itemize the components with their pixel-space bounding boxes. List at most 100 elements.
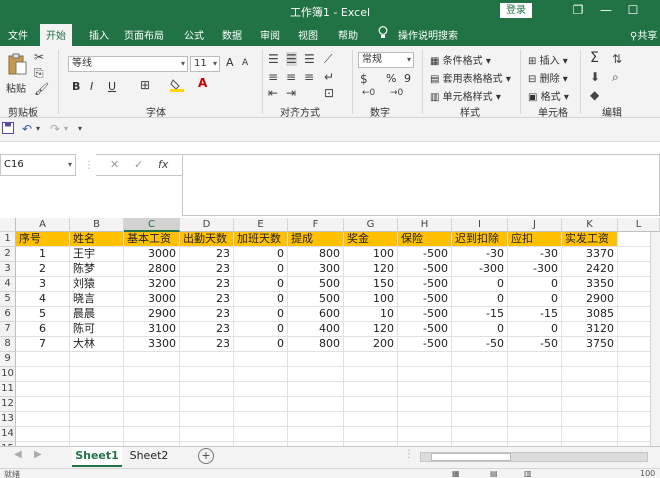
cell-d8[interactable]: 23 [180,337,234,352]
autosum-button[interactable]: Σ [590,50,599,66]
row-header-4[interactable]: 4 [0,277,16,292]
cell-d7[interactable]: 23 [180,322,234,337]
cell-e5[interactable]: 0 [234,292,288,307]
cell-a12[interactable] [16,397,70,412]
cell-k10[interactable] [562,367,618,382]
column-header-k[interactable]: K [562,218,618,232]
cell-k5[interactable]: 2900 [562,292,618,307]
cell-d10[interactable] [180,367,234,382]
cell-f1[interactable]: 提成 [288,232,344,247]
cell-j1[interactable]: 应扣 [508,232,562,247]
cell-e2[interactable]: 0 [234,247,288,262]
cell-d9[interactable] [180,352,234,367]
comma-button[interactable]: 9 [404,72,411,85]
tab-view[interactable]: 视图 [298,27,318,42]
cell-f8[interactable]: 800 [288,337,344,352]
format-painter-icon[interactable]: 🖌 [34,82,49,96]
cell-k11[interactable] [562,382,618,397]
cell-a9[interactable] [16,352,70,367]
border-icon[interactable]: ⊞ [140,78,150,92]
delete-cells-button[interactable]: ⊟ 删除 ▾ [528,70,568,85]
login-button[interactable]: 登录 [500,3,532,18]
cell-f7[interactable]: 400 [288,322,344,337]
cell-j11[interactable] [508,382,562,397]
cell-g14[interactable] [344,427,398,442]
cell-j6[interactable]: -15 [508,307,562,322]
column-header-g[interactable]: G [344,218,398,232]
cell-b4[interactable]: 刘猿 [70,277,124,292]
row-header-11[interactable]: 11 [0,382,16,397]
cell-d12[interactable] [180,397,234,412]
column-header-d[interactable]: D [180,218,234,232]
cell-d3[interactable]: 23 [180,262,234,277]
row-header-13[interactable]: 13 [0,412,16,427]
wrap-text-icon[interactable]: ↵ [324,70,334,84]
cell-a13[interactable] [16,412,70,427]
cell-k13[interactable] [562,412,618,427]
cell-c12[interactable] [124,397,180,412]
scrollbar-thumb[interactable] [431,453,511,461]
find-icon[interactable]: ⌕ [612,70,619,85]
cell-j13[interactable] [508,412,562,427]
bold-button[interactable]: B [72,80,80,93]
cell-j14[interactable] [508,427,562,442]
cell-j8[interactable]: -50 [508,337,562,352]
cell-b3[interactable]: 陈梦 [70,262,124,277]
column-header-c[interactable]: C [124,218,180,232]
tab-help[interactable]: 帮助 [338,27,358,42]
cell-i1[interactable]: 迟到扣除 [452,232,508,247]
align-bottom-icon[interactable]: ☰ [304,52,315,66]
cell-f12[interactable] [288,397,344,412]
cell-h1[interactable]: 保险 [398,232,452,247]
minimize-icon[interactable]: — [596,3,616,19]
fill-color-icon[interactable] [170,78,186,95]
cell-g5[interactable]: 100 [344,292,398,307]
cell-k7[interactable]: 3120 [562,322,618,337]
cell-h12[interactable] [398,397,452,412]
cell-f6[interactable]: 600 [288,307,344,322]
scroll-right-icon[interactable]: ▶ [34,449,42,460]
cell-k2[interactable]: 3370 [562,247,618,262]
cell-e3[interactable]: 0 [234,262,288,277]
cell-b9[interactable] [70,352,124,367]
column-header-i[interactable]: I [452,218,508,232]
cell-j4[interactable]: 0 [508,277,562,292]
cell-a1[interactable]: 序号 [16,232,70,247]
sort-filter-icon[interactable]: ⇅ [612,52,622,66]
worksheet-grid[interactable]: A B C D E F G H I J K L 1 序号 姓名 基本工资 出勤天数 加班天数 提成 奖金 保险 迟到扣除应… [0,218,660,446]
page-break-view-icon[interactable]: ▥ [524,469,532,478]
row-header-3[interactable]: 3 [0,262,16,277]
cell-c1[interactable]: 基本工资 [124,232,180,247]
cell-c11[interactable] [124,382,180,397]
sheet-tab-sheet2[interactable]: Sheet2 [124,447,174,467]
cell-j3[interactable]: -300 [508,262,562,277]
increase-indent-icon[interactable]: ⇥ [286,86,296,100]
cell-d4[interactable]: 23 [180,277,234,292]
conditional-format-button[interactable]: ▦ 条件格式 ▾ [430,52,491,67]
align-right-icon[interactable]: ≡ [304,70,314,84]
cell-d6[interactable]: 23 [180,307,234,322]
cell-a7[interactable]: 6 [16,322,70,337]
cell-g3[interactable]: 120 [344,262,398,277]
cell-f13[interactable] [288,412,344,427]
cell-a11[interactable] [16,382,70,397]
paste-button[interactable]: 粘贴 [6,80,26,95]
cell-b13[interactable] [70,412,124,427]
cell-i6[interactable]: -15 [452,307,508,322]
cell-i2[interactable]: -30 [452,247,508,262]
font-size-combo[interactable]: 11 ▾ [190,56,220,72]
cell-i10[interactable] [452,367,508,382]
row-header-7[interactable]: 7 [0,322,16,337]
cell-e7[interactable]: 0 [234,322,288,337]
cell-styles-button[interactable]: ▥ 单元格样式 ▾ [430,88,501,103]
cell-g12[interactable] [344,397,398,412]
vertical-scrollbar[interactable] [650,232,660,446]
align-center-icon[interactable]: ≡ [286,70,296,84]
align-left-icon[interactable]: ≡ [268,70,278,84]
cell-k1[interactable]: 实发工资 [562,232,618,247]
cell-j2[interactable]: -30 [508,247,562,262]
cell-c5[interactable]: 3000 [124,292,180,307]
enter-icon[interactable]: ✓ [134,158,143,171]
cell-i13[interactable] [452,412,508,427]
cell-a14[interactable] [16,427,70,442]
